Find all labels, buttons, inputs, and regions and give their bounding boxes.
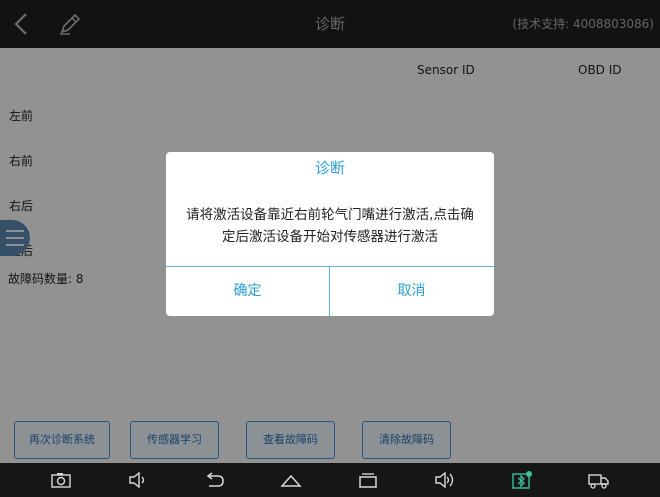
confirm-button[interactable]: 确定 xyxy=(166,267,329,316)
truck-icon[interactable] xyxy=(587,470,609,490)
dialog-title: 诊断 xyxy=(314,159,345,177)
dialog-message-line-1: 请将激活设备靠近右前轮气门嘴进行激活,点击确 xyxy=(186,207,474,223)
camera-icon[interactable] xyxy=(50,470,72,490)
dialog-message: 请将激活设备靠近右前轮气门嘴进行激活,点击确 定后激活设备开始对传感器进行激活 xyxy=(180,204,480,248)
system-nav-bar xyxy=(0,463,660,497)
cancel-button[interactable]: 取消 xyxy=(330,267,493,316)
recents-icon[interactable] xyxy=(357,470,379,490)
bluetooth-icon[interactable] xyxy=(511,470,533,490)
activation-dialog: 诊断 请将激活设备靠近右前轮气门嘴进行激活,点击确 定后激活设备开始对传感器进行… xyxy=(166,152,494,316)
volume-down-icon[interactable] xyxy=(127,470,149,490)
volume-up-icon[interactable] xyxy=(434,470,456,490)
home-icon[interactable] xyxy=(280,470,302,490)
back-arrow-icon[interactable] xyxy=(203,470,225,490)
dialog-message-line-2: 定后激活设备开始对传感器进行激活 xyxy=(222,229,438,245)
